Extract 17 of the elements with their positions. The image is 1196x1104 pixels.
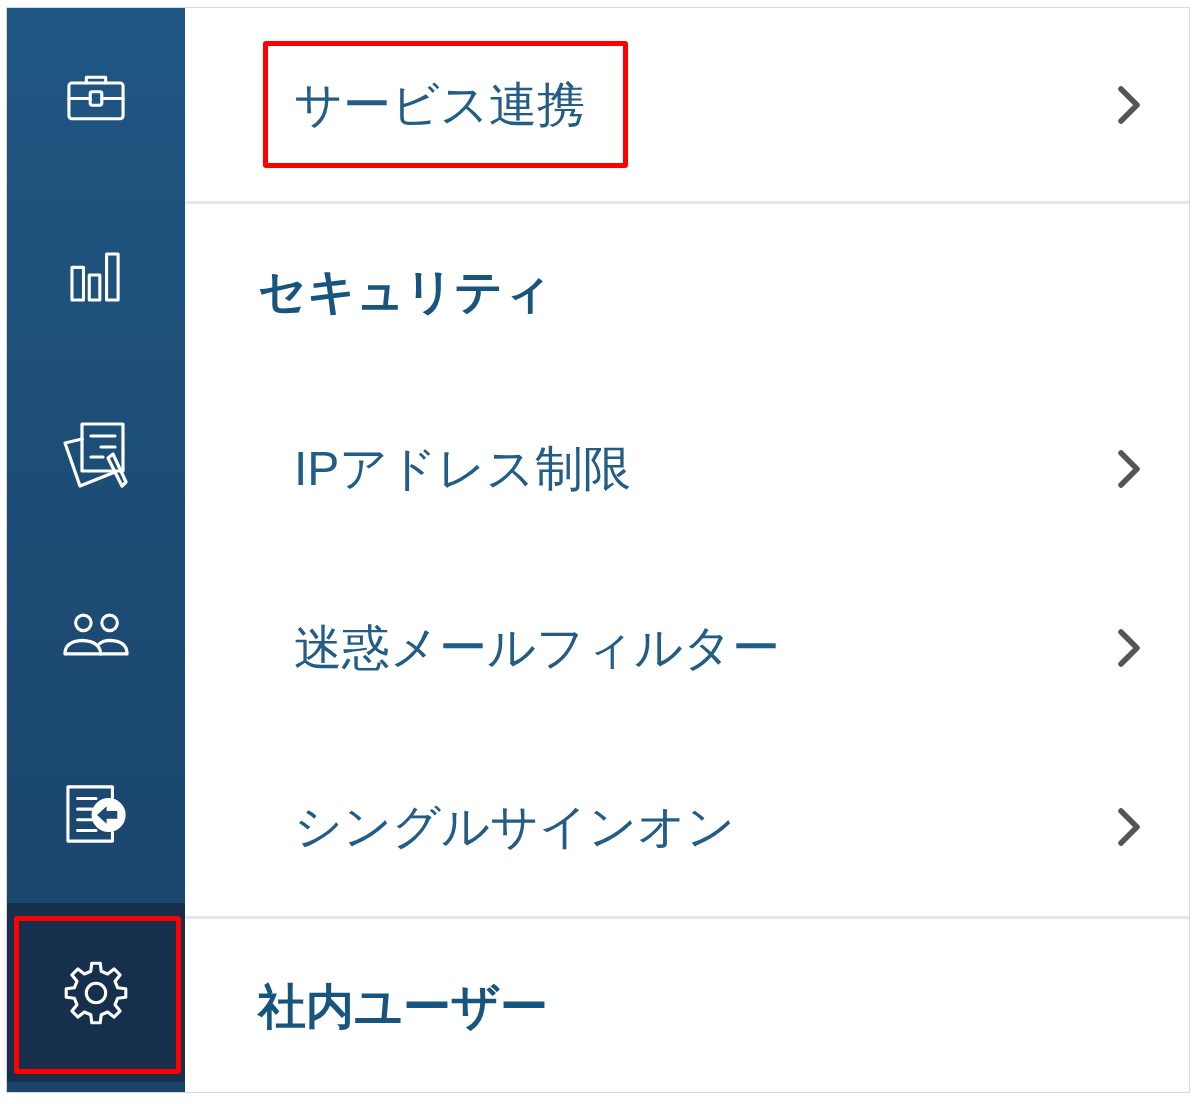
menu-link[interactable]: IPアドレス制限 (294, 439, 632, 498)
nav-button[interactable] (7, 903, 185, 1082)
menu-link[interactable]: 迷惑メールフィルター (294, 618, 780, 677)
document-arrow-icon (65, 783, 127, 844)
section-heading: セキュリティ (258, 263, 552, 320)
menu-link[interactable]: サービス連携 (294, 75, 585, 134)
people-icon (62, 612, 130, 657)
menu-link[interactable]: シングルサインオン (294, 797, 735, 856)
documents-pen-icon (63, 421, 129, 490)
chevron-right-icon (1117, 84, 1141, 125)
bar-chart-icon (70, 251, 122, 302)
briefcase-icon (67, 74, 125, 121)
settings-icon (63, 959, 129, 1026)
chevron-right-icon (1117, 627, 1141, 668)
chevron-right-icon (1117, 806, 1141, 847)
section-heading: 社内ユーザー (258, 978, 548, 1035)
chevron-right-icon (1117, 448, 1141, 489)
